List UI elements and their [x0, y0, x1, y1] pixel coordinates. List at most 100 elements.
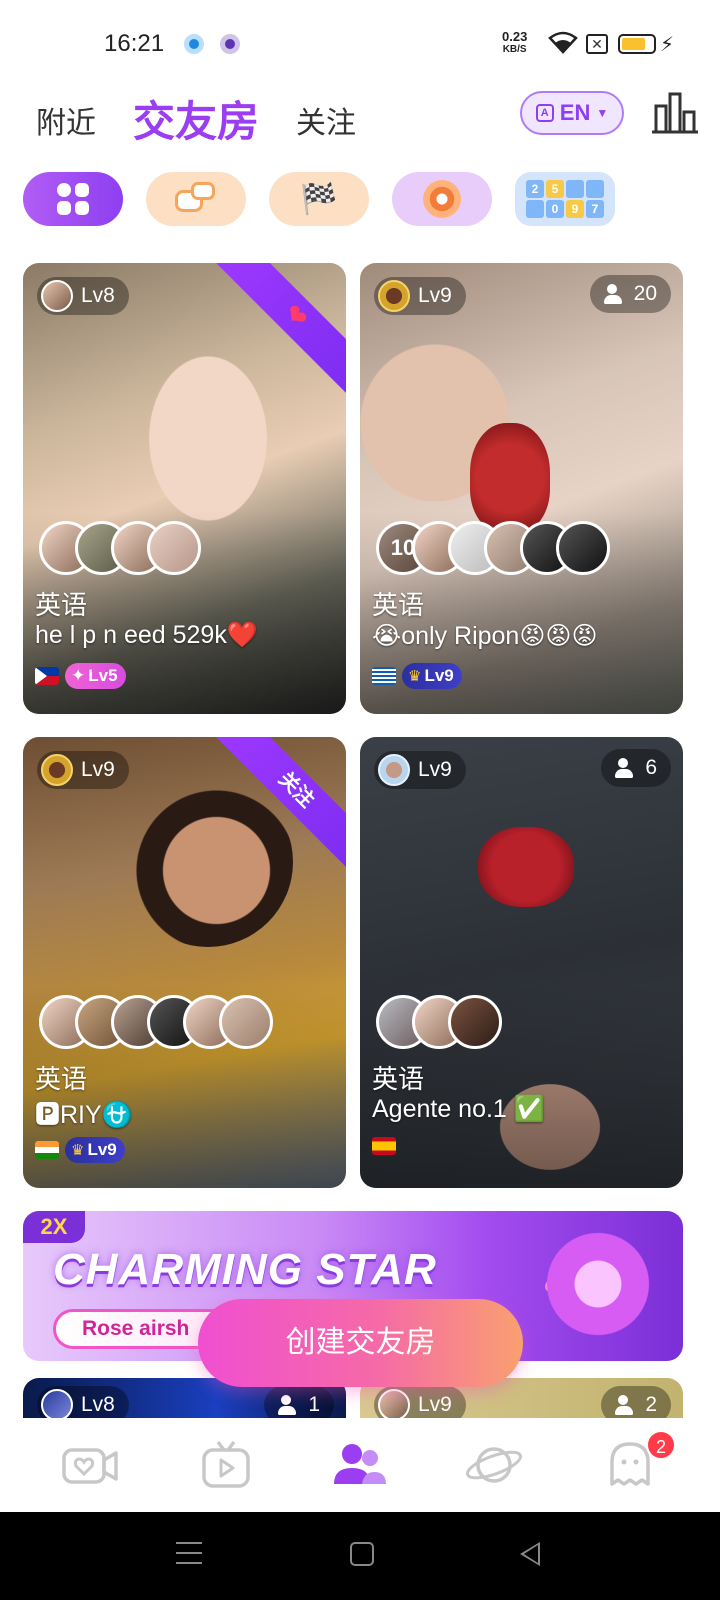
spain-flag-icon: [372, 1137, 396, 1155]
spin-wheel-icon: [423, 180, 461, 218]
category-wheel[interactable]: [392, 172, 492, 226]
tab-following[interactable]: 关注: [296, 98, 356, 142]
room-member-count: 2: [601, 1386, 671, 1418]
host-level-badge: Lv9: [37, 751, 129, 789]
users-icon: [615, 758, 637, 778]
users-icon: [615, 1395, 637, 1415]
category-all[interactable]: [23, 172, 123, 226]
home-icon[interactable]: [350, 1542, 374, 1566]
room-card[interactable]: Lv9 6 英语 Agente no.1 ✅: [360, 737, 683, 1188]
host-level: Lv9: [81, 758, 115, 781]
room-card[interactable]: Lv9 关注 英语 🅿RIY⛎ ♛ Lv9: [23, 737, 346, 1188]
number-puzzle-icon: 25 097: [526, 180, 604, 218]
user-level-badge: ♛ Lv9: [402, 663, 462, 689]
room-member-count: 20: [589, 275, 671, 313]
room-title: Agente no.1 ✅: [372, 1095, 545, 1123]
status-time: 16:21: [104, 30, 165, 57]
status-bar: 16:21 0.23 KB/S ✕ ⚡: [0, 0, 720, 90]
racing-flags-icon: 🏁: [300, 182, 338, 216]
member-count: 2: [645, 1393, 657, 1416]
room-language: 英语: [35, 590, 88, 620]
network-speed: 0.23 KB/S: [502, 30, 527, 56]
host-avatar: [378, 280, 410, 312]
network-speed-unit: KB/S: [502, 44, 527, 55]
greece-flag-icon: [372, 667, 396, 685]
network-speed-value: 0.23: [502, 29, 528, 44]
user-level-badge: ♛ Lv9: [65, 1137, 125, 1163]
member-avatar: [448, 995, 502, 1049]
category-numbers[interactable]: 25 097: [515, 172, 615, 226]
crown-icon: ♛: [408, 668, 422, 685]
member-count: 20: [633, 282, 657, 305]
app-notification-icon: [184, 34, 204, 54]
language-label: EN: [559, 100, 591, 125]
room-language: 英语: [372, 1064, 425, 1094]
user-level: Lv9: [424, 666, 454, 685]
member-avatars: [39, 995, 273, 1049]
charging-icon: ⚡: [660, 34, 675, 56]
host-avatar: [41, 280, 73, 312]
create-room-button[interactable]: 创建交友房: [198, 1299, 523, 1387]
host-level-badge: Lv9: [374, 277, 466, 315]
tab-party-room[interactable]: 交友房: [133, 88, 259, 149]
user-level: Lv9: [87, 1140, 117, 1159]
member-avatar: [219, 995, 273, 1049]
user-level-badge: ✦ Lv5: [65, 663, 126, 689]
host-level: Lv9: [418, 758, 452, 781]
room-cover-image: [123, 777, 293, 947]
room-language: 英语: [35, 1064, 88, 1094]
language-selector[interactable]: A EN ▼: [520, 91, 624, 135]
host-level-badge: Lv8: [37, 277, 129, 315]
category-racing[interactable]: 🏁: [269, 172, 369, 226]
room-card[interactable]: Lv9 20 10 英语 😭only Ripon😡😡😡 ♛ Lv9: [360, 263, 683, 714]
group-icon: [334, 1444, 386, 1484]
category-bar: 🏁 25 097: [23, 172, 703, 226]
room-meta: ♛ Lv9: [372, 663, 462, 689]
host-avatar: [378, 754, 410, 786]
member-avatar: [556, 521, 610, 575]
battery-icon: [618, 34, 656, 54]
philippines-flag-icon: [35, 667, 59, 685]
rose-image: [478, 827, 574, 907]
system-nav-bar: [0, 1512, 720, 1600]
room-title: he l p n eed 529k❤️: [35, 621, 258, 649]
host-level-badge: Lv8: [37, 1386, 129, 1418]
back-icon[interactable]: [520, 1542, 540, 1566]
member-count: 1: [308, 1393, 320, 1416]
bottom-nav: [0, 1418, 720, 1512]
host-level: Lv8: [81, 284, 115, 307]
ranking-icon[interactable]: [652, 92, 698, 134]
room-language: 英语: [372, 590, 425, 620]
banner-multiplier: 2X: [23, 1211, 85, 1243]
planet-icon: [466, 1447, 522, 1483]
room-title: 😭only Ripon😡😡😡: [372, 622, 598, 650]
member-count: 6: [645, 756, 657, 779]
message-badge: 2: [646, 1430, 676, 1460]
room-card[interactable]: Lv8 ❤ 英语 he l p n eed 529k❤️ ✦ Lv5: [23, 263, 346, 714]
nav-party-room[interactable]: [330, 1440, 390, 1490]
sparkle-icon: ✦: [71, 666, 86, 685]
wifi-icon: [548, 31, 578, 54]
tv-play-icon: [202, 1440, 250, 1488]
airship-icon: [533, 1219, 663, 1349]
nav-live[interactable]: [60, 1440, 120, 1490]
crown-icon: ♛: [71, 1142, 85, 1159]
nav-video[interactable]: [196, 1440, 256, 1490]
category-chat[interactable]: [146, 172, 246, 226]
host-level: Lv9: [418, 284, 452, 307]
no-sim-icon: ✕: [586, 34, 608, 54]
room-meta: ♛ Lv9: [35, 1137, 125, 1163]
host-avatar: [41, 754, 73, 786]
host-level-badge: Lv9: [374, 751, 466, 789]
room-title: 🅿RIY⛎: [35, 1101, 133, 1129]
tab-nearby[interactable]: 附近: [36, 98, 96, 142]
host-avatar: [41, 1389, 73, 1418]
menu-icon[interactable]: [176, 1542, 202, 1564]
room-meta: ✦ Lv5: [35, 663, 126, 689]
chat-bubbles-icon: [173, 182, 219, 216]
users-icon: [278, 1395, 300, 1415]
translate-icon: A: [535, 104, 554, 122]
nav-discover[interactable]: [464, 1440, 524, 1490]
member-avatars: [39, 521, 201, 575]
caret-down-icon: ▼: [596, 106, 609, 120]
